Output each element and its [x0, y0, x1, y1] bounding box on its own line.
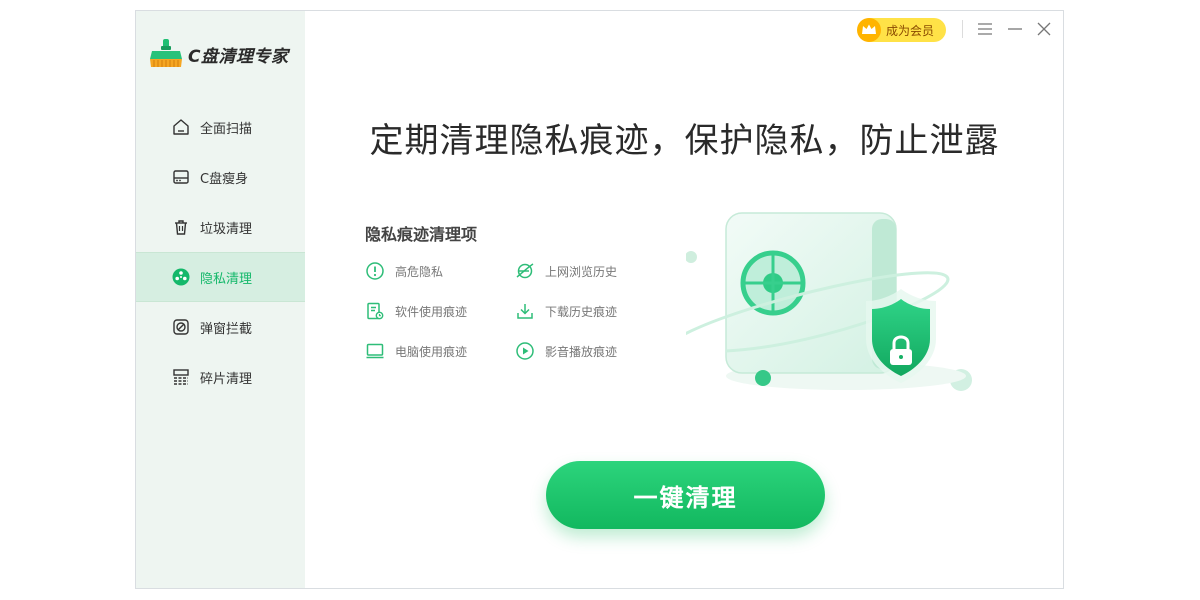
- privacy-item-label: 上网浏览历史: [545, 264, 618, 279]
- app-logo: C盘清理专家: [148, 37, 288, 71]
- sidebar-item-label: 隐私清理: [200, 271, 253, 287]
- safe-shield-illustration: [686, 212, 972, 391]
- sidebar-nav: 全面扫描 C盘瘦身 垃圾清理 隐私清理 弹窗拦截 碎片清理: [136, 102, 305, 402]
- close-icon[interactable]: [1035, 20, 1053, 38]
- vip-label: 成为会员: [886, 23, 935, 38]
- privacy-item-download-history: 下载历史痕迹: [515, 299, 665, 323]
- sidebar-item-fragment-clean[interactable]: 碎片清理: [136, 352, 305, 402]
- sidebar-item-junk-clean[interactable]: 垃圾清理: [136, 202, 305, 252]
- page-headline: 定期清理隐私痕迹，保护隐私，防止泄露: [369, 121, 1000, 161]
- software-icon: [367, 302, 384, 320]
- privacy-item-label: 电脑使用痕迹: [395, 344, 468, 359]
- privacy-item-label: 软件使用痕迹: [395, 304, 468, 319]
- sidebar-item-label: 弹窗拦截: [200, 321, 253, 337]
- privacy-item-computer-usage: 电脑使用痕迹: [365, 339, 515, 363]
- sidebar-item-label: C盘瘦身: [200, 171, 249, 187]
- privacy-item-browser-history: 上网浏览历史: [515, 259, 665, 283]
- sidebar-item-label: 垃圾清理: [200, 221, 253, 237]
- clean-button-label: 一键清理: [633, 483, 738, 512]
- privacy-item-high-risk: 高危隐私: [365, 259, 515, 283]
- broom-logo-icon: [150, 39, 182, 67]
- privacy-item-label: 高危隐私: [395, 264, 444, 279]
- privacy-item-label: 下载历史痕迹: [545, 304, 618, 319]
- app-window: C盘清理专家 全面扫描 C盘瘦身 垃圾清理 隐私清理 弹窗拦截 碎片清理 成为会…: [135, 10, 1064, 589]
- privacy-icon: [171, 267, 191, 287]
- sidebar-item-c-slim[interactable]: C盘瘦身: [136, 152, 305, 202]
- privacy-items-list: 高危隐私 上网浏览历史 软件使用痕迹 下载历史痕迹 电脑使用痕迹 影音播放痕迹: [365, 259, 675, 379]
- sidebar-item-label: 全面扫描: [200, 121, 253, 137]
- block-icon: [171, 317, 191, 337]
- sidebar-item-privacy-clean[interactable]: 隐私清理: [136, 252, 305, 302]
- download-icon: [517, 304, 533, 319]
- alert-icon: [366, 262, 384, 280]
- menu-icon[interactable]: [976, 20, 994, 38]
- titlebar-divider: [962, 20, 963, 38]
- browser-icon: [516, 263, 534, 279]
- fragment-icon: [171, 367, 191, 387]
- computer-icon: [366, 343, 384, 359]
- disk-icon: [171, 167, 191, 187]
- trash-icon: [171, 217, 191, 237]
- minimize-icon[interactable]: [1006, 20, 1024, 38]
- play-icon: [516, 342, 534, 360]
- sidebar-item-popup-block[interactable]: 弹窗拦截: [136, 302, 305, 352]
- crown-icon: [854, 16, 884, 44]
- sidebar-item-full-scan[interactable]: 全面扫描: [136, 102, 305, 152]
- privacy-item-software-usage: 软件使用痕迹: [365, 299, 515, 323]
- sidebar-item-label: 碎片清理: [200, 371, 253, 387]
- app-title: C盘清理专家: [188, 46, 289, 67]
- section-title: 隐私痕迹清理项: [365, 225, 478, 244]
- one-click-clean-button[interactable]: 一键清理: [546, 461, 825, 529]
- sidebar: C盘清理专家 全面扫描 C盘瘦身 垃圾清理 隐私清理 弹窗拦截 碎片清理: [136, 11, 305, 588]
- title-bar: 成为会员: [833, 11, 1063, 51]
- become-vip-button[interactable]: 成为会员: [857, 18, 946, 42]
- privacy-item-media-playback: 影音播放痕迹: [515, 339, 665, 363]
- home-icon: [171, 117, 191, 137]
- privacy-item-label: 影音播放痕迹: [545, 344, 618, 359]
